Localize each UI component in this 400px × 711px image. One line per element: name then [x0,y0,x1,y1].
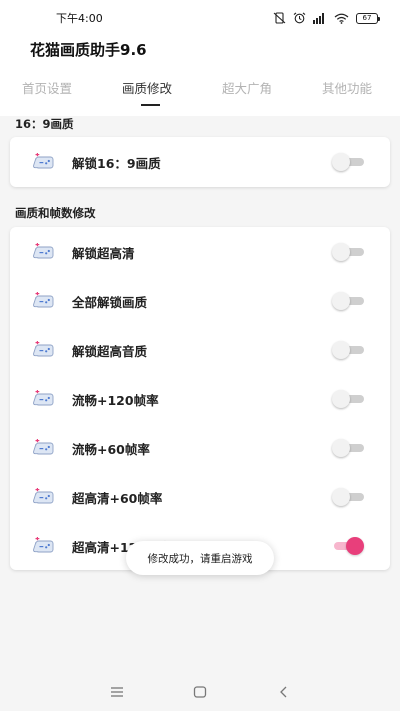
gamepad-icon [32,537,54,553]
home-icon[interactable] [192,684,208,700]
wifi-icon [334,9,349,28]
tab-home-settings[interactable]: 首页设置 [22,78,72,97]
toggle-switch[interactable] [332,439,364,457]
item-label: 流畅+120帧率 [72,393,159,408]
toast-message: 修改成功，请重启游戏 [147,553,253,565]
item-label: 全部解锁画质 [72,295,148,310]
item-label: 解锁16：9画质 [72,156,161,171]
tab-quality-modify[interactable]: 画质修改 [122,78,172,97]
toggle-switch[interactable] [332,488,364,506]
gamepad-icon [32,341,54,357]
toggle-switch[interactable] [332,390,364,408]
gamepad-icon [32,292,54,308]
item-label: 超高清+60帧率 [72,491,163,506]
toggle-switch[interactable] [332,341,364,359]
status-bar: 下午4:00 67 [0,0,400,34]
system-nav-bar [0,672,400,711]
app-root: 下午4:00 67 花猫画质助手9.6 首页设置 画质修改 超大广角 其他功能 [0,0,400,711]
gamepad-icon [32,390,54,406]
alarm-icon [293,9,306,28]
menu-icon[interactable] [109,684,125,700]
active-tab-indicator [141,104,160,106]
battery-icon: 67 [356,13,380,24]
app-header: 花猫画质助手9.6 首页设置 画质修改 超大广角 其他功能 [0,34,400,116]
signal-icon [313,9,327,28]
toggle-switch[interactable] [332,537,364,555]
gamepad-icon [32,439,54,455]
status-icons: 67 [273,9,380,28]
item-label: 解锁超高清 [72,246,135,261]
aspect-ratio-card: 解锁16：9画质 [10,137,390,187]
page-title: 花猫画质助手9.6 [30,41,147,59]
toggle-switch[interactable] [332,153,364,171]
toggle-switch[interactable] [332,292,364,310]
section-title-aspect-ratio: 16：9画质 [15,117,74,131]
list-item: 流畅+120帧率 [10,374,390,423]
vibrate-off-icon [273,9,286,28]
toggle-switch[interactable] [332,243,364,261]
tab-bar: 首页设置 画质修改 超大广角 其他功能 [0,78,400,108]
item-label: 流畅+60帧率 [72,442,150,457]
tab-wide-angle[interactable]: 超大广角 [222,78,272,97]
back-icon[interactable] [276,684,292,700]
quality-framerate-card: 解锁超高清 全部解锁画质 解锁超高音质 流畅+120帧率 流畅+60帧率 超高清… [10,227,390,570]
list-item: 解锁超高清 [10,227,390,276]
gamepad-icon [32,153,54,169]
gamepad-icon [32,488,54,504]
tab-other-functions[interactable]: 其他功能 [322,78,372,97]
list-item: 流畅+60帧率 [10,423,390,472]
list-item: 解锁16：9画质 [10,137,390,186]
section-title-quality-framerate: 画质和帧数修改 [15,206,96,220]
list-item: 超高清+60帧率 [10,472,390,521]
gamepad-icon [32,243,54,259]
list-item: 解锁超高音质 [10,325,390,374]
item-label: 解锁超高音质 [72,344,148,359]
status-time: 下午4:00 [56,12,103,25]
toast-notification: 修改成功，请重启游戏 [126,541,274,575]
list-item: 全部解锁画质 [10,276,390,325]
